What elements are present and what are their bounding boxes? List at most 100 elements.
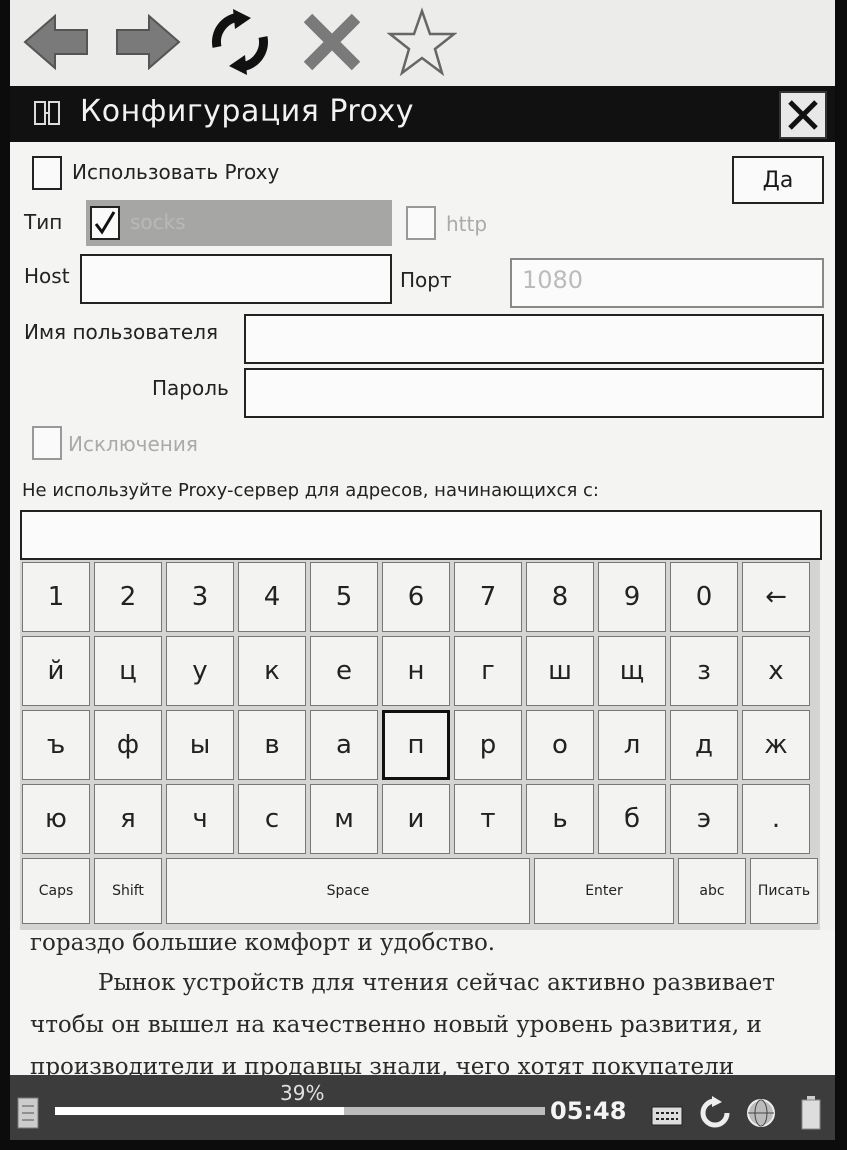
key-в[interactable]: в xyxy=(238,710,306,780)
http-checkbox[interactable] xyxy=(406,206,436,240)
bookmark-button[interactable] xyxy=(384,4,460,80)
abc-key[interactable]: abc xyxy=(678,858,746,924)
key-ч[interactable]: ч xyxy=(166,784,234,854)
reader-line-2: Рынок устройств для чтения сейчас активн… xyxy=(98,970,775,996)
key-9[interactable]: 9 xyxy=(598,562,666,632)
key-ы[interactable]: ы xyxy=(166,710,234,780)
socks-label: socks xyxy=(130,210,186,234)
battery-icon xyxy=(794,1095,828,1131)
use-proxy-checkbox[interactable] xyxy=(32,156,62,190)
key-м[interactable]: м xyxy=(310,784,378,854)
key-и[interactable]: и xyxy=(382,784,450,854)
key-ш[interactable]: ш xyxy=(526,636,594,706)
key-с[interactable]: с xyxy=(238,784,306,854)
exceptions-label: Исключения xyxy=(68,432,198,456)
forward-button[interactable] xyxy=(110,4,186,80)
browser-toolbar xyxy=(10,0,835,86)
reading-progress-fill xyxy=(55,1107,345,1115)
key-5[interactable]: 5 xyxy=(310,562,378,632)
http-label: http xyxy=(446,212,488,236)
host-input[interactable] xyxy=(80,254,392,304)
key-6[interactable]: 6 xyxy=(382,562,450,632)
username-input[interactable] xyxy=(244,314,824,364)
key-к[interactable]: к xyxy=(238,636,306,706)
ok-button[interactable]: Да xyxy=(732,156,824,204)
key-3[interactable]: 3 xyxy=(166,562,234,632)
exceptions-checkbox[interactable] xyxy=(32,426,62,460)
reader-page: гораздо большие комфорт и удобство. Рыно… xyxy=(10,930,835,1075)
key-э[interactable]: э xyxy=(670,784,738,854)
key-я[interactable]: я xyxy=(94,784,162,854)
host-label: Host xyxy=(24,264,70,288)
key-п[interactable]: п xyxy=(382,710,450,780)
key-й[interactable]: й xyxy=(22,636,90,706)
keyboard-icon[interactable] xyxy=(650,1095,684,1131)
proxy-settings-icon xyxy=(34,101,60,125)
key-х[interactable]: х xyxy=(742,636,810,706)
back-button[interactable] xyxy=(18,4,94,80)
key-2[interactable]: 2 xyxy=(94,562,162,632)
close-icon xyxy=(788,100,818,130)
key-р[interactable]: р xyxy=(454,710,522,780)
type-label: Тип xyxy=(24,210,63,234)
reader-line-3: чтобы он вышел на качественно новый уров… xyxy=(30,1012,762,1038)
key-н[interactable]: н xyxy=(382,636,450,706)
stop-button[interactable] xyxy=(294,4,370,80)
proxy-dialog-body: Использовать Proxy Да Тип socks http Hos… xyxy=(10,142,835,560)
bypass-input[interactable] xyxy=(20,510,822,560)
dialog-title: Конфигурация Proxy xyxy=(80,94,415,129)
write-key[interactable]: Писать xyxy=(750,858,818,924)
menu-icon[interactable] xyxy=(14,1095,42,1131)
type-option-socks[interactable]: socks xyxy=(86,200,392,246)
key-г[interactable]: г xyxy=(454,636,522,706)
socks-checkbox[interactable] xyxy=(90,206,120,240)
reader-line-4: производители и продавцы знали, чего хот… xyxy=(30,1054,735,1075)
key-т[interactable]: т xyxy=(454,784,522,854)
device-screen: Конфигурация Proxy Использовать Proxy Да… xyxy=(10,0,835,1140)
reader-line-1: гораздо большие комфорт и удобство. xyxy=(30,930,496,956)
key-л[interactable]: л xyxy=(598,710,666,780)
port-input[interactable]: 1080 xyxy=(510,258,824,308)
port-label: Порт xyxy=(400,268,452,292)
enter-key[interactable]: Enter xyxy=(534,858,674,924)
caps-key[interactable]: Caps xyxy=(22,858,90,924)
key-з[interactable]: з xyxy=(670,636,738,706)
reading-progress-bar xyxy=(55,1107,545,1115)
key-ж[interactable]: ж xyxy=(742,710,810,780)
key-е[interactable]: е xyxy=(310,636,378,706)
refresh-button[interactable] xyxy=(202,4,278,80)
shift-key[interactable]: Shift xyxy=(94,858,162,924)
key-0[interactable]: 0 xyxy=(670,562,738,632)
stop-icon xyxy=(303,13,361,71)
close-button[interactable] xyxy=(779,91,827,139)
key-ф[interactable]: ф xyxy=(94,710,162,780)
key-.[interactable]: . xyxy=(742,784,810,854)
key-7[interactable]: 7 xyxy=(454,562,522,632)
key-4[interactable]: 4 xyxy=(238,562,306,632)
key-ь[interactable]: ь xyxy=(526,784,594,854)
dialog-titlebar: Конфигурация Proxy xyxy=(10,86,835,142)
status-bar: 39% 05:48 xyxy=(10,1075,835,1140)
key-ц[interactable]: ц xyxy=(94,636,162,706)
key-ъ[interactable]: ъ xyxy=(22,710,90,780)
key-д[interactable]: д xyxy=(670,710,738,780)
key-8[interactable]: 8 xyxy=(526,562,594,632)
username-label: Имя пользователя xyxy=(24,320,219,344)
star-icon xyxy=(387,7,457,77)
key-а[interactable]: а xyxy=(310,710,378,780)
rotate-icon[interactable] xyxy=(698,1095,732,1131)
key-б[interactable]: б xyxy=(598,784,666,854)
key-о[interactable]: о xyxy=(526,710,594,780)
refresh-icon xyxy=(212,9,268,75)
key-у[interactable]: у xyxy=(166,636,234,706)
globe-icon[interactable] xyxy=(744,1095,778,1131)
checkmark-icon xyxy=(94,211,116,235)
password-input[interactable] xyxy=(244,368,824,418)
password-label: Пароль xyxy=(152,376,229,400)
use-proxy-label: Использовать Proxy xyxy=(72,160,280,184)
backspace-key[interactable]: ← xyxy=(742,562,810,632)
key-щ[interactable]: щ xyxy=(598,636,666,706)
key-1[interactable]: 1 xyxy=(22,562,90,632)
space-key[interactable]: Space xyxy=(166,858,530,924)
key-ю[interactable]: ю xyxy=(22,784,90,854)
